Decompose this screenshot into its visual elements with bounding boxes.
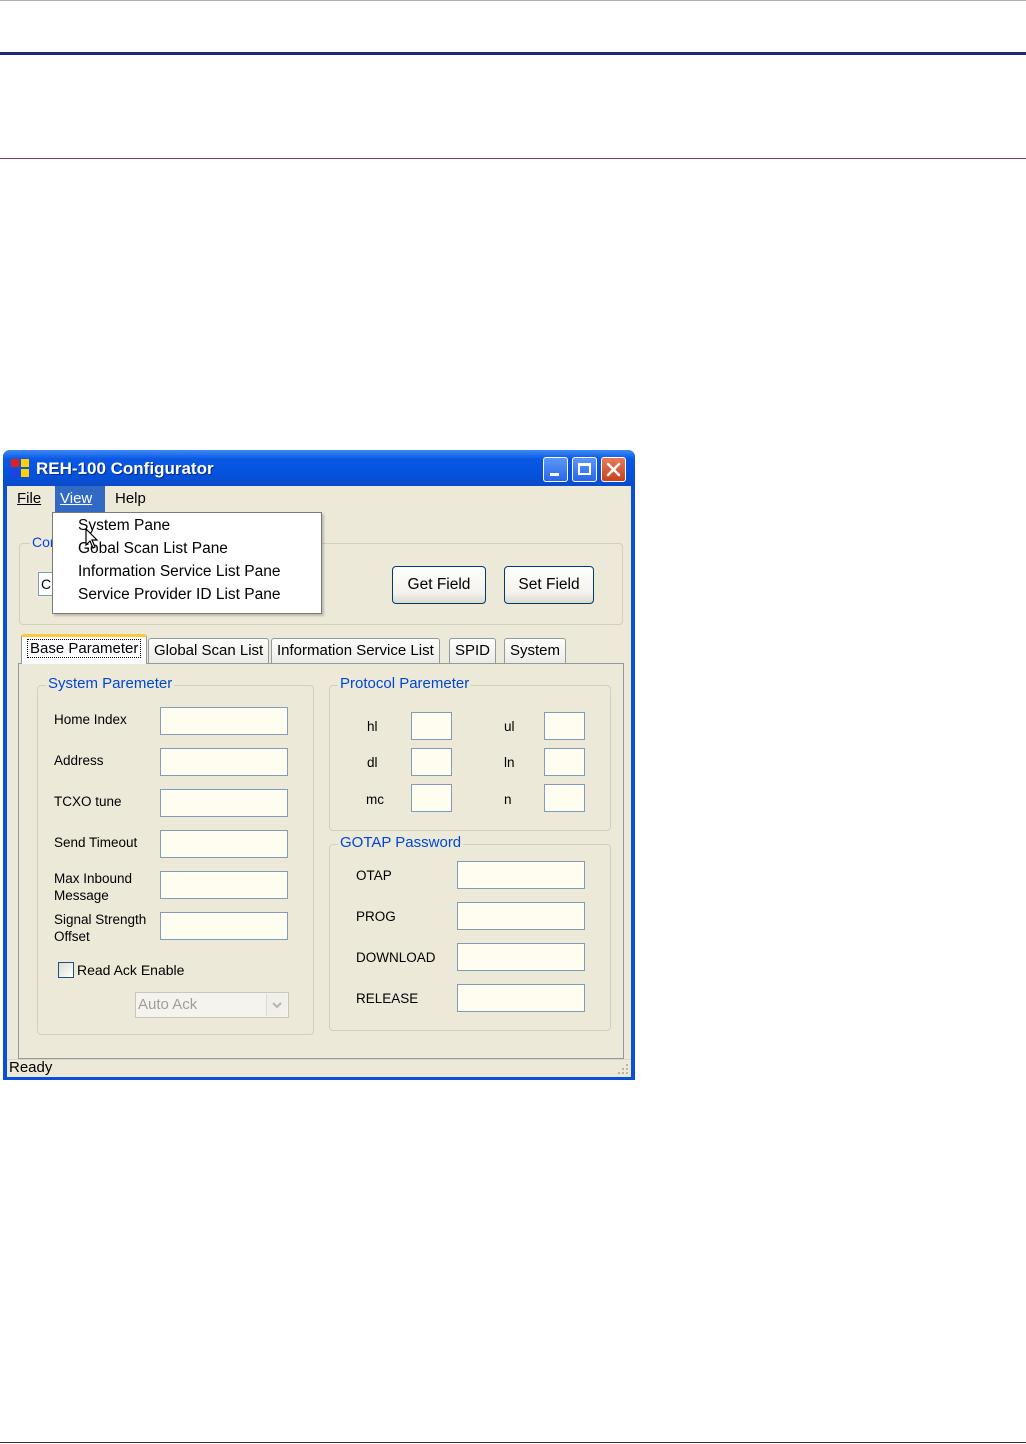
status-bar: Ready — [7, 1059, 631, 1077]
minimize-button[interactable] — [543, 457, 568, 482]
otap-field[interactable] — [457, 861, 585, 889]
set-field-button[interactable]: Set Field — [504, 566, 594, 604]
app-icon — [11, 459, 29, 477]
system-parameter-group: System Paremeter Home Index Address TCXO… — [37, 675, 314, 1035]
download-label: DOWNLOAD — [356, 950, 436, 965]
close-button[interactable] — [601, 457, 626, 482]
page-rule-footer — [0, 1442, 1026, 1443]
base-parameter-panel: System Paremeter Home Index Address TCXO… — [18, 663, 624, 1059]
max-inbound-message-field[interactable] — [160, 871, 288, 899]
tab-base-parameter-label: Base Parameter — [27, 639, 142, 658]
mc-label: mc — [366, 792, 384, 807]
release-field[interactable] — [457, 984, 585, 1012]
ul-field[interactable] — [544, 712, 585, 740]
maximize-icon — [578, 463, 591, 475]
gotap-password-legend: GOTAP Password — [338, 834, 464, 851]
tab-base-parameter[interactable]: Base Parameter — [21, 634, 148, 664]
ln-field[interactable] — [544, 748, 585, 776]
mc-field[interactable] — [411, 784, 452, 812]
close-icon — [606, 462, 621, 477]
ack-mode-value: Auto Ack — [138, 996, 198, 1013]
system-parameter-legend: System Paremeter — [46, 675, 175, 692]
maximize-button[interactable] — [572, 457, 597, 482]
download-field[interactable] — [457, 943, 585, 971]
menu-help[interactable]: Help — [110, 486, 151, 512]
title-bar[interactable]: REH-100 Configurator — [3, 450, 635, 486]
menu-file[interactable]: File — [12, 486, 46, 512]
menu-item-information-service-list-pane[interactable]: Information Service List Pane — [78, 563, 280, 581]
tab-system[interactable]: System — [504, 638, 567, 663]
address-label: Address — [54, 753, 104, 768]
n-field[interactable] — [544, 784, 585, 812]
configurator-window: REH-100 Configurator File View Help Con … — [3, 450, 635, 1080]
prog-field[interactable] — [457, 902, 585, 930]
otap-label: OTAP — [356, 868, 392, 883]
max-inbound-message-label: Max Inbound Message — [54, 871, 133, 903]
release-label: RELEASE — [356, 991, 419, 1006]
dl-label: dl — [367, 755, 378, 770]
mouse-cursor-icon — [85, 528, 99, 549]
home-index-label: Home Index — [54, 712, 127, 727]
menu-bar: File View Help — [7, 486, 631, 512]
tcxo-tune-label: TCXO tune — [54, 794, 122, 809]
menu-help-label: Help — [115, 490, 146, 507]
menu-file-label: File — [17, 490, 42, 507]
n-label: n — [504, 792, 512, 807]
signal-strength-offset-label: Signal Strength Offset — [54, 912, 147, 944]
tab-global-scan-list[interactable]: Global Scan List — [148, 638, 270, 663]
tcxo-tune-field[interactable] — [160, 789, 288, 817]
status-text: Ready — [9, 1059, 53, 1076]
ln-label: ln — [504, 755, 515, 770]
menu-item-global-scan-list-pane[interactable]: Gobal Scan List Pane — [78, 540, 228, 558]
resize-grip-icon[interactable] — [617, 1063, 629, 1075]
menu-item-service-provider-id-list-pane[interactable]: Service Provider ID List Pane — [78, 586, 280, 604]
menu-view[interactable]: View — [55, 486, 105, 512]
home-index-field[interactable] — [160, 707, 288, 735]
page-rule-top — [0, 0, 1026, 1]
send-timeout-label: Send Timeout — [54, 835, 138, 850]
hl-field[interactable] — [411, 712, 452, 740]
read-ack-enable-checkbox[interactable] — [58, 962, 74, 978]
minimize-icon — [550, 473, 559, 476]
chevron-down-icon — [266, 994, 287, 1016]
tab-spid[interactable]: SPID — [449, 638, 497, 663]
read-ack-enable-label: Read Ack Enable — [77, 962, 185, 978]
protocol-parameter-legend: Protocol Paremeter — [338, 675, 472, 692]
window-client-area: File View Help Con C Get Field Set Field… — [7, 486, 631, 1077]
send-timeout-field[interactable] — [160, 830, 288, 858]
window-title: REH-100 Configurator — [36, 459, 214, 478]
page-rule-subheader — [0, 158, 1026, 159]
get-field-button[interactable]: Get Field — [392, 566, 486, 604]
hl-label: hl — [367, 719, 378, 734]
prog-label: PROG — [356, 909, 396, 924]
ack-mode-select[interactable]: Auto Ack — [135, 992, 289, 1018]
address-field[interactable] — [160, 748, 288, 776]
menu-view-label: View — [60, 490, 93, 507]
protocol-parameter-group: Protocol Paremeter hl ul dl ln mc n — [329, 675, 611, 831]
gotap-password-group: GOTAP Password OTAP PROG DOWNLOAD RELEAS… — [329, 834, 611, 1031]
dl-field[interactable] — [411, 748, 452, 776]
tab-information-service-list[interactable]: Information Service List — [271, 638, 440, 663]
signal-strength-offset-field[interactable] — [160, 912, 288, 940]
ul-label: ul — [504, 719, 515, 734]
page-rule-header — [0, 52, 1026, 55]
